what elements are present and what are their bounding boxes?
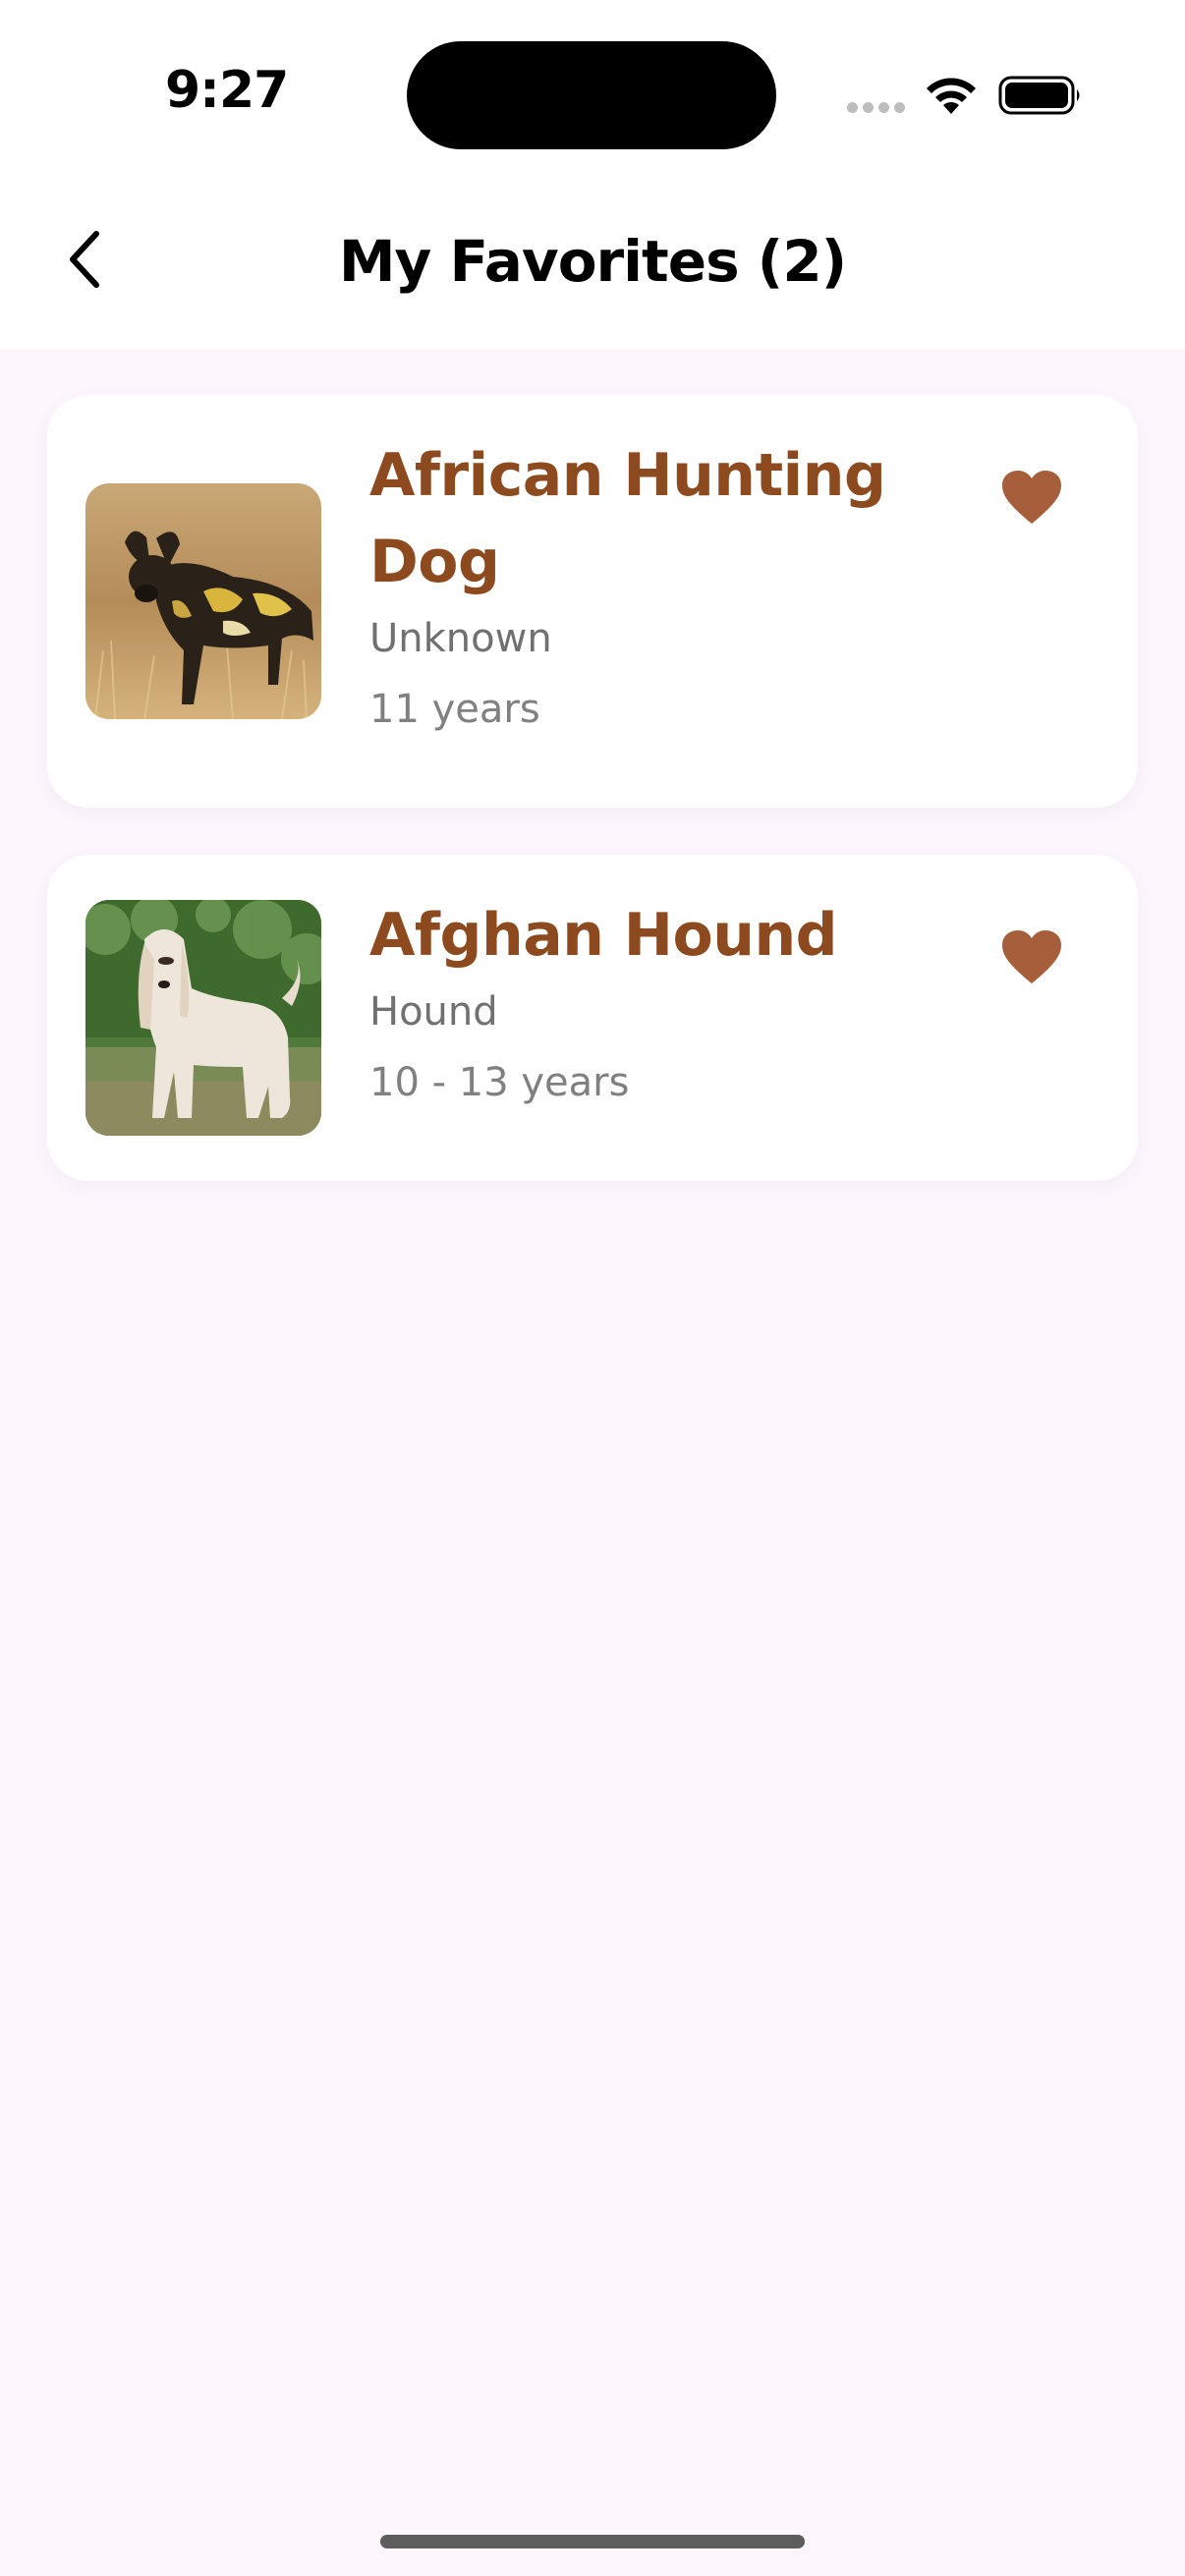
breed-group: Unknown xyxy=(369,616,552,661)
dynamic-island xyxy=(407,41,776,149)
nav-bar: My Favorites (2) xyxy=(0,189,1185,348)
afghan-hound-photo xyxy=(85,900,321,1136)
status-time: 9:27 xyxy=(165,61,289,120)
wifi-icon xyxy=(927,78,976,114)
favorites-list: African Hunting Dog Unknown 11 years Afg… xyxy=(47,395,1138,1228)
breed-name: Afghan Hound xyxy=(369,901,838,970)
breed-name: African Hunting Dog xyxy=(369,441,886,596)
breed-info: African Hunting Dog Unknown 11 years xyxy=(369,432,990,737)
cellular-signal-icon xyxy=(847,102,905,113)
breed-group: Hound xyxy=(369,989,498,1035)
battery-icon xyxy=(998,76,1080,115)
home-indicator[interactable] xyxy=(380,2535,805,2548)
breed-life-span: 11 years xyxy=(369,687,540,732)
heart-icon xyxy=(1002,471,1061,524)
favorite-button[interactable] xyxy=(992,918,1071,996)
favorite-button[interactable] xyxy=(992,458,1071,536)
list-item[interactable]: Afghan Hound Hound 10 - 13 years xyxy=(47,855,1138,1181)
breed-info: Afghan Hound Hound 10 - 13 years xyxy=(369,892,990,1110)
list-item[interactable]: African Hunting Dog Unknown 11 years xyxy=(47,395,1138,808)
status-bar: 9:27 xyxy=(0,0,1185,189)
african-hunting-dog-photo xyxy=(85,483,321,719)
page-title: My Favorites (2) xyxy=(338,228,847,295)
heart-icon xyxy=(1002,930,1061,983)
breed-life-span: 10 - 13 years xyxy=(369,1060,630,1105)
